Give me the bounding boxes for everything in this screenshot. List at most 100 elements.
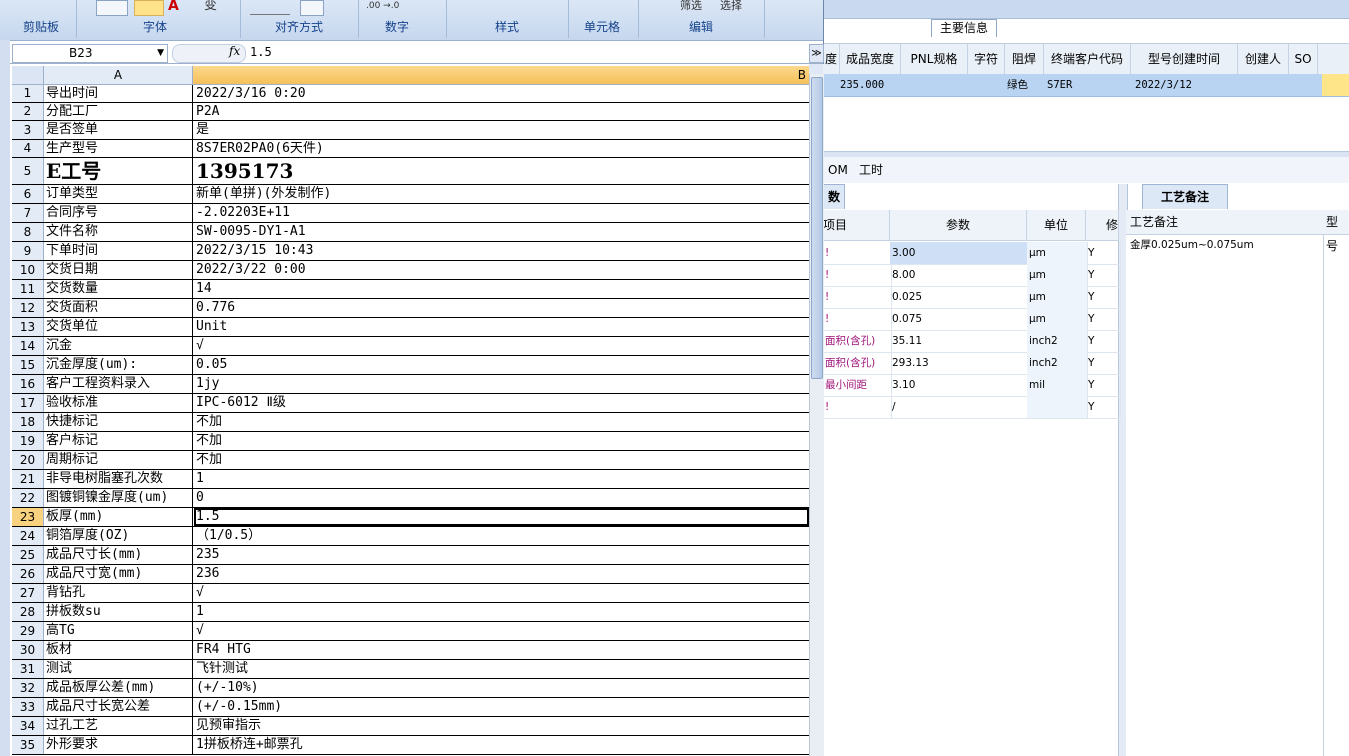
cell-b[interactable]: Unit [194,318,809,336]
cell-b[interactable]: IPC-6012 Ⅱ级 [194,394,809,412]
cell-a[interactable]: 沉金 [44,337,193,355]
cell-b[interactable]: 1395173 [194,158,809,184]
cell-a[interactable]: 订单类型 [44,185,193,203]
cell-b[interactable]: FR4 HTG [194,641,809,659]
cell-b[interactable]: SW-0095-DY1-A1 [194,223,809,241]
cell-b[interactable]: P2A [194,103,809,120]
row-number[interactable]: 34 [12,717,44,735]
row-number[interactable]: 20 [12,451,44,469]
row-number[interactable]: 24 [12,527,44,545]
cell-a[interactable]: 板材 [44,641,193,659]
cell-b[interactable]: 0.05 [194,356,809,374]
cell-b[interactable]: 不加 [194,413,809,431]
row-number[interactable]: 12 [12,299,44,317]
column-header-b[interactable]: B [193,66,809,84]
cell-b[interactable]: 2022/3/22 0:00 [194,261,809,279]
decimal-icon[interactable]: .00 →.0 [366,0,406,14]
cell-a[interactable]: 是否签单 [44,121,193,139]
row-number[interactable]: 13 [12,318,44,336]
cell-b[interactable]: 见预审指示 [194,717,809,735]
cell-b[interactable]: 1jy [194,375,809,393]
cell-a[interactable]: 交货面积 [44,299,193,317]
row-number[interactable]: 8 [12,223,44,241]
param-row[interactable]: 最小间距 3.10 mil Y [823,374,1121,397]
cell-a[interactable]: 下单时间 [44,242,193,260]
cell-b[interactable]: （1/0.5） [194,527,809,545]
row-number[interactable]: 9 [12,242,44,260]
cell-a[interactable]: 成品尺寸长宽公差 [44,698,193,716]
cell-b[interactable]: 14 [194,280,809,298]
cell-a[interactable]: 背钻孔 [44,584,193,602]
param-row[interactable]: ! 0.025 μm Y [823,286,1121,309]
row-number[interactable]: 35 [12,736,44,754]
param-row[interactable]: ! 0.075 μm Y [823,308,1121,331]
filter-button[interactable]: 筛选 [680,0,702,14]
cell-b[interactable]: 1拼板桥连+邮票孔 [194,736,809,754]
cell-b[interactable]: 0.776 [194,299,809,317]
cell-a[interactable]: 客户工程资料录入 [44,375,193,393]
cell-b[interactable]: -2.02203E+11 [194,204,809,222]
name-box[interactable]: B23 ▼ [12,44,168,63]
row-number[interactable]: 4 [12,140,44,157]
split-handle[interactable] [809,64,823,74]
row-number[interactable]: 32 [12,679,44,697]
cell-a[interactable]: 客户标记 [44,432,193,450]
row-number[interactable]: 25 [12,546,44,564]
col-header[interactable]: 工艺备注 [1130,210,1178,234]
wrap-icon[interactable] [300,0,324,16]
col-header[interactable]: 创建人 [1238,44,1289,74]
cell-a[interactable]: 过孔工艺 [44,717,193,735]
col-header[interactable]: 成品宽度 [840,44,901,74]
tab-process-notes[interactable]: 工艺备注 [1142,184,1228,209]
cell-a[interactable]: 铜箔厚度(OZ) [44,527,193,545]
note-text[interactable]: 金厚0.025um~0.075um [1130,237,1254,252]
font-color-icon[interactable]: A [168,0,179,14]
col-header[interactable]: 度 [823,44,840,74]
cell-b[interactable]: (+/-10%) [194,679,809,697]
row-number[interactable]: 30 [12,641,44,659]
cell-a[interactable]: 测试 [44,660,193,678]
group-alignment[interactable]: 对齐方式 [244,18,354,36]
order-grid-row[interactable]: 235.000 绿色 S7ER 2022/3/12 [823,74,1349,97]
cell-b[interactable]: 1 [194,470,809,488]
cell-b[interactable]: 8S7ER02PA0(6天件) [194,140,809,157]
group-font[interactable]: 字体 [90,18,220,36]
col-header[interactable]: 阻焊 [1005,44,1044,74]
group-editing[interactable]: 编辑 [642,18,760,36]
row-number[interactable]: 11 [12,280,44,298]
group-clipboard[interactable]: 剪贴板 [10,18,72,36]
chevron-down-icon[interactable]: ▼ [157,45,164,62]
cell-a[interactable]: 成品尺寸长(mm) [44,546,193,564]
param-row[interactable]: 面积(含孔) 293.13 inch2 Y [823,352,1121,375]
cell-a[interactable]: 图镀铜镍金厚度(um) [44,489,193,507]
row-number[interactable]: 6 [12,185,44,203]
cell-a[interactable]: 交货单位 [44,318,193,336]
cell-a[interactable]: 分配工厂 [44,103,193,120]
phonetic-icon[interactable]: 变 [204,0,217,14]
cell-b[interactable]: 236 [194,565,809,583]
cell-b[interactable]: 不加 [194,451,809,469]
expand-formula-icon[interactable]: ≫ [809,44,824,63]
cell-b[interactable]: 飞针测试 [194,660,809,678]
cell-b[interactable]: 1 [194,603,809,621]
col-header[interactable]: 修 [1086,210,1119,240]
cell-a[interactable]: 文件名称 [44,223,193,241]
row-number[interactable]: 5 [12,158,44,184]
select-all-corner[interactable] [12,66,44,84]
select-button[interactable]: 选择 [720,0,742,14]
cell-b[interactable]: √ [194,584,809,602]
col-header[interactable]: 单位 [1027,210,1086,240]
cell-a[interactable]: 高TG [44,622,193,640]
row-number[interactable]: 1 [12,85,44,102]
cell-a[interactable]: 沉金厚度(um): [44,356,193,374]
param-row[interactable]: ! 8.00 μm Y [823,264,1121,287]
col-header[interactable]: 参数 [890,210,1027,240]
cell-b[interactable]: 是 [194,121,809,139]
cell-a[interactable]: 交货数量 [44,280,193,298]
cell-b[interactable]: 0 [194,489,809,507]
cell-b[interactable]: 新单(单拼)(外发制作) [194,185,809,203]
row-number[interactable]: 33 [12,698,44,716]
row-number[interactable]: 26 [12,565,44,583]
cell-a[interactable]: 成品板厚公差(mm) [44,679,193,697]
column-header-a[interactable]: A [44,66,193,84]
